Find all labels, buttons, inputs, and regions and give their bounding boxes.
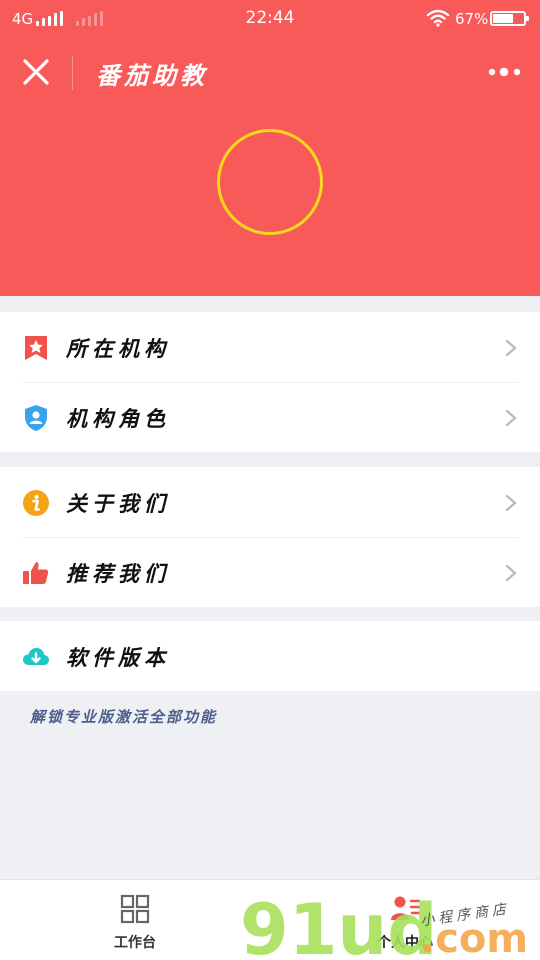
watermark-brand: 91ud — [240, 889, 437, 960]
app-title: 番茄助教 — [96, 61, 208, 90]
chevron-right-icon — [505, 409, 517, 427]
battery-fill — [493, 14, 514, 23]
menu-item-org-role[interactable]: 机构角色 — [0, 382, 540, 452]
close-icon — [23, 59, 49, 85]
battery-icon — [490, 11, 529, 26]
menu-item-label: 机构角色 — [66, 406, 170, 431]
menu-item-label: 关于我们 — [66, 491, 170, 516]
grid-icon — [120, 894, 150, 924]
avatar[interactable] — [217, 129, 323, 235]
info-icon — [23, 490, 49, 516]
menu-item-organization[interactable]: 所在机构 — [0, 312, 540, 382]
chevron-right-icon — [505, 494, 517, 512]
close-button[interactable] — [16, 52, 56, 92]
menu-group-version: 软件版本 — [0, 621, 540, 691]
chevron-right-icon — [505, 564, 517, 582]
menu-item-about-us[interactable]: 关于我们 — [0, 467, 540, 537]
title-divider — [72, 56, 73, 90]
unlock-pro-link[interactable]: 解锁专业版激活全部功能 — [30, 706, 217, 727]
menu-item-software-version[interactable]: 软件版本 — [0, 621, 540, 691]
more-button[interactable] — [486, 62, 526, 82]
menu-item-label: 推荐我们 — [66, 561, 170, 586]
menu-group-organization: 所在机构 机构角色 — [0, 312, 540, 452]
header-banner: 4G 22:44 67% 番茄助教 — [0, 0, 540, 296]
tab-workbench[interactable]: 工作台 — [45, 880, 225, 960]
menu-item-label: 所在机构 — [66, 336, 170, 361]
cloud-download-icon — [23, 648, 49, 665]
thumbs-up-icon — [23, 562, 49, 584]
wifi-icon — [426, 9, 450, 27]
title-bar: 番茄助教 — [0, 40, 540, 104]
site-watermark: 91ud .com 小程序商店 — [240, 889, 528, 960]
menu-item-recommend-us[interactable]: 推荐我们 — [0, 537, 540, 607]
more-icon — [488, 67, 521, 77]
battery-percent: 67% — [455, 10, 489, 28]
chevron-right-icon — [505, 339, 517, 357]
menu-group-about: 关于我们 推荐我们 — [0, 467, 540, 607]
star-bookmark-icon — [25, 336, 47, 360]
tab-label: 工作台 — [114, 935, 156, 951]
user-shield-icon — [25, 405, 47, 431]
status-bar: 4G 22:44 67% — [0, 0, 540, 36]
menu-item-label: 软件版本 — [66, 645, 170, 670]
